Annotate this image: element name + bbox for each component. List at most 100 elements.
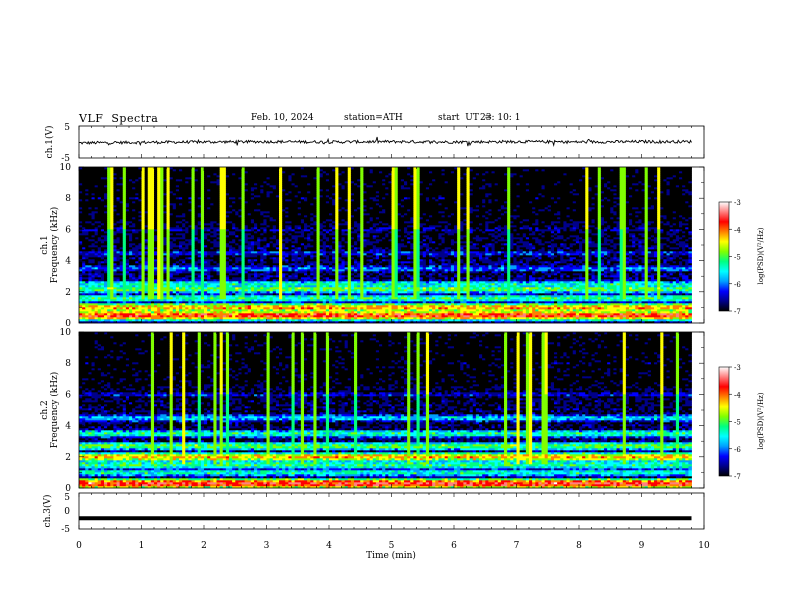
spectrogram-cell [157, 311, 161, 314]
spectrogram-cell [416, 311, 421, 314]
spectrogram-cell [675, 277, 680, 280]
spectrogram-cell [135, 295, 139, 298]
spectrogram-cell [479, 279, 483, 282]
spectrogram-cell [297, 297, 302, 300]
spectrogram-cell [485, 303, 489, 306]
spectrogram-cell [450, 293, 455, 296]
spectrogram-cell [447, 281, 452, 284]
spectrogram-cell [397, 311, 402, 314]
spectrogram-cell [575, 303, 580, 306]
spectrogram-cell [307, 315, 311, 318]
spectrogram-cell [444, 299, 449, 302]
spectrogram-cell [635, 279, 639, 282]
spectrogram-cell [688, 317, 692, 320]
spectrogram-cell [285, 291, 289, 294]
spectrogram-cell [522, 283, 527, 286]
spectrogram-cell [294, 285, 299, 288]
spectrogram-cell [604, 317, 608, 320]
spectrogram-cell [285, 293, 289, 296]
spectrogram-cell [563, 289, 567, 292]
spectrogram-cell [547, 305, 552, 308]
spectrogram-cell [410, 299, 414, 302]
spectrogram-cell [513, 283, 517, 286]
spectrogram-cell [591, 315, 596, 318]
spectrogram-cell [125, 313, 130, 316]
spectrogram-cell [191, 297, 196, 300]
spectrogram-cell [307, 285, 311, 288]
spectrogram-cell [379, 297, 383, 300]
spectrogram-cell [379, 283, 383, 286]
spectrogram-cell [350, 287, 355, 290]
spectrogram-cell [94, 319, 99, 322]
spectrogram-cell [372, 293, 377, 296]
spectrogram-cell [104, 317, 108, 320]
spectrogram-cell [519, 291, 524, 294]
spectrogram-cell [450, 299, 455, 302]
spectrogram-cell [625, 283, 630, 286]
spectrogram-cell [538, 281, 542, 284]
spectrogram-cell [485, 301, 489, 304]
spectrogram-cell [588, 273, 592, 276]
spectrogram-cell [347, 293, 352, 296]
spectrogram-cell [547, 277, 552, 280]
spectrogram-cell [141, 317, 146, 320]
spectrogram-cell [225, 283, 230, 286]
spectrogram-cell [291, 297, 296, 300]
spectrogram-cell [654, 309, 658, 312]
spectrogram-cell [307, 279, 311, 282]
spectrogram-cell [619, 299, 624, 302]
spectrogram-cell [585, 299, 589, 302]
spectrogram-cell [425, 297, 430, 300]
spectrogram-cell [622, 275, 627, 278]
spectrogram-cell [557, 299, 561, 302]
spectrogram-cell [338, 287, 342, 290]
spectrogram-cell [472, 319, 477, 322]
spectrogram-cell [88, 277, 92, 280]
spectrogram-cell [475, 289, 480, 292]
spectrogram-cell [104, 311, 108, 314]
spectrogram-cell [447, 285, 452, 288]
spectrogram-cell [560, 285, 564, 288]
spectrogram-cell [229, 281, 233, 284]
spectrogram-cell [616, 299, 621, 302]
spectrogram-cell [638, 303, 642, 306]
spectrogram-cell [654, 293, 658, 296]
spectrogram-cell [460, 317, 464, 320]
spectrogram-cell [388, 303, 392, 306]
spectrogram-cell [585, 279, 589, 282]
spectrogram-cell [175, 289, 180, 292]
spectrogram-cell [116, 309, 121, 312]
spectrogram-cell [97, 295, 102, 298]
spectrogram-cell [294, 303, 299, 306]
spectrogram-cell [491, 299, 496, 302]
spectrogram-cell [525, 283, 530, 286]
spectrogram-cell [175, 307, 180, 310]
spectrogram-cell [360, 313, 364, 316]
spectrogram-cell [600, 273, 605, 276]
spectrogram-cell [166, 307, 171, 310]
spectrogram-cell [344, 319, 349, 322]
spectrogram-cell [597, 295, 602, 298]
spectrogram-cell [485, 273, 489, 276]
spectrogram-cell [479, 303, 483, 306]
spectrogram-cell [663, 293, 667, 296]
spectrogram-cell [513, 301, 517, 304]
spectrogram-cell [344, 275, 349, 278]
spectrogram-cell [147, 311, 152, 314]
spectrogram-cell [641, 305, 646, 308]
spectrogram-cell [325, 293, 330, 296]
spectrogram-cell [222, 317, 227, 320]
spectrogram-cell [316, 295, 321, 298]
spectrogram-cell [294, 273, 299, 276]
spectrogram-cell [666, 287, 671, 290]
spectrogram-cell [566, 313, 571, 316]
spectrogram-cell [629, 297, 633, 300]
spectrogram-cell [175, 291, 180, 294]
spectrogram-cell [175, 283, 180, 286]
spectrogram-cell [450, 307, 455, 310]
spectrogram-cell [575, 285, 580, 288]
spectrogram-cell [497, 291, 502, 294]
spectrogram-cell [644, 299, 649, 302]
spectrogram-cell [260, 281, 264, 284]
spectrogram-cell [357, 273, 361, 276]
